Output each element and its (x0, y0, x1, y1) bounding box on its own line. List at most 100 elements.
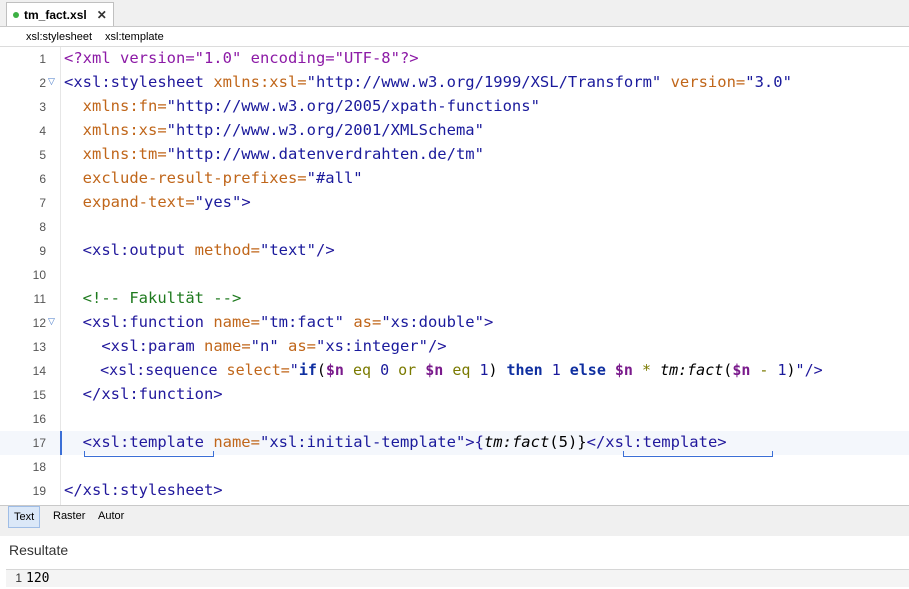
line-number: 17 (32, 436, 46, 450)
code-token: version= (661, 73, 746, 91)
code-line: 10 (0, 263, 909, 287)
code-token: xmlns:tm= (64, 145, 167, 163)
line-number: 4 (39, 124, 46, 138)
file-tab[interactable]: tm_fact.xsl ✕ (6, 2, 114, 26)
code-token: ) (786, 361, 796, 379)
line-number: 2 (39, 76, 46, 90)
code-token: tm:fact (660, 361, 724, 379)
code-token: name= (203, 313, 260, 331)
code-token: "http://www.w3.org/2005/xpath-functions" (166, 97, 540, 115)
tab-raster[interactable]: Raster (48, 506, 90, 526)
current-code-line: 17 <xsl:template name="xsl:initial-templ… (0, 431, 909, 457)
code-token: <xsl:sequence (64, 361, 218, 379)
code-token: "xsl:initial-template" (259, 433, 466, 451)
code-token: * (632, 361, 661, 379)
code-token: 0 (380, 361, 390, 379)
code-comment: <!-- Fakultät --> (64, 289, 242, 307)
code-token: </xsl:template> (586, 433, 727, 451)
results-value: 120 (26, 571, 50, 586)
code-token: method= (185, 241, 260, 259)
code-token: "3.0" (745, 73, 792, 91)
code-token: " (289, 361, 299, 379)
code-token: - (750, 361, 778, 379)
line-number: 15 (32, 388, 46, 402)
xml-prolog: <?xml version="1.0" encoding="UTF-8"?> (64, 49, 419, 67)
line-number: 19 (32, 484, 46, 498)
panel-separator[interactable] (0, 528, 909, 536)
code-token: ( (316, 361, 326, 379)
line-number: 14 (32, 364, 46, 378)
line-number: 12 (32, 316, 46, 330)
code-line: 1 <?xml version="1.0" encoding="UTF-8"?> (0, 47, 909, 71)
code-token: "http://www.w3.org/1999/XSL/Transform" (306, 73, 662, 91)
saved-status-icon (13, 11, 19, 18)
code-token: if (298, 361, 317, 379)
code-line: 4 xmlns:xs="http://www.w3.org/2001/XMLSc… (0, 119, 909, 143)
code-token: ) (488, 361, 507, 379)
file-tab-label: tm_fact.xsl (24, 7, 87, 22)
code-token: /> (315, 241, 335, 259)
line-number: 1 (39, 52, 46, 66)
code-token: xmlns:fn= (64, 97, 167, 115)
code-token: <xsl:output (64, 241, 186, 259)
code-token: <xsl:param (64, 337, 195, 355)
line-number: 9 (39, 244, 46, 258)
line-number: 13 (32, 340, 46, 354)
code-token: /> (804, 361, 823, 379)
code-line: 14 <xsl:sequence select="if($n eq 0 or $… (0, 359, 909, 383)
code-token: <xsl:stylesheet (64, 73, 204, 91)
code-token: "n" (250, 337, 279, 355)
code-line: 6 exclude-result-prefixes="#all" (0, 167, 909, 191)
fold-arrow-icon[interactable]: ▽ (48, 76, 55, 87)
code-token: "text" (259, 241, 316, 259)
line-number: 16 (32, 412, 46, 426)
code-token: "http://www.w3.org/2001/XMLSchema" (166, 121, 484, 139)
code-token: $n (614, 361, 633, 379)
close-icon[interactable]: ✕ (97, 8, 107, 22)
code-line: 15 </xsl:function> (0, 383, 909, 407)
code-line: 8 (0, 215, 909, 239)
line-number: 11 (33, 292, 46, 306)
line-number: 8 (39, 220, 46, 234)
tab-autor[interactable]: Autor (93, 506, 129, 526)
breadcrumb-item-stylesheet[interactable]: xsl:stylesheet (26, 31, 92, 43)
tab-text[interactable]: Text (8, 506, 41, 528)
code-token: eq (343, 361, 381, 379)
code-token: (5)} (549, 433, 587, 451)
code-token: </xsl:function> (64, 385, 223, 403)
code-token: </xsl:stylesheet> (64, 481, 223, 499)
code-token: as= (343, 313, 382, 331)
results-output-line[interactable]: 1 120 (6, 569, 909, 587)
line-number: 6 (39, 172, 46, 186)
code-token: xmlns:xsl= (203, 73, 307, 91)
code-token: ( (723, 361, 733, 379)
code-token: expand-text= (64, 193, 195, 211)
results-line-number: 1 (15, 571, 22, 585)
code-token: exclude-result-prefixes= (64, 169, 307, 187)
code-token: "http://www.datenverdrahten.de/tm" (166, 145, 484, 163)
line-number: 5 (39, 148, 46, 162)
code-token: 1 (551, 361, 561, 379)
code-token: name= (203, 433, 260, 451)
code-token: <xsl:template (64, 433, 204, 451)
line-number: 3 (39, 100, 46, 114)
breadcrumb-item-template[interactable]: xsl:template (105, 31, 164, 43)
code-line: 11 <!-- Fakultät --> (0, 287, 909, 311)
code-token: $n (425, 361, 444, 379)
line-number: 7 (39, 196, 46, 210)
fold-arrow-icon[interactable]: ▽ (48, 316, 55, 327)
breadcrumb: xsl:stylesheet xsl:template (0, 27, 909, 47)
cursor-line-marker (60, 431, 62, 455)
code-token: or (389, 361, 426, 379)
code-line: 18 (0, 455, 909, 479)
code-editor[interactable]: 1 <?xml version="1.0" encoding="UTF-8"?>… (0, 47, 909, 505)
code-line: 13 <xsl:param name="n" as="xs:integer"/> (0, 335, 909, 359)
code-token: 1 (777, 361, 787, 379)
code-token: $n (325, 361, 344, 379)
code-token: > (483, 313, 494, 331)
code-token: <xsl:function (64, 313, 204, 331)
code-line: 5 xmlns:tm="http://www.datenverdrahten.d… (0, 143, 909, 167)
code-line: 7 expand-text="yes"> (0, 191, 909, 215)
